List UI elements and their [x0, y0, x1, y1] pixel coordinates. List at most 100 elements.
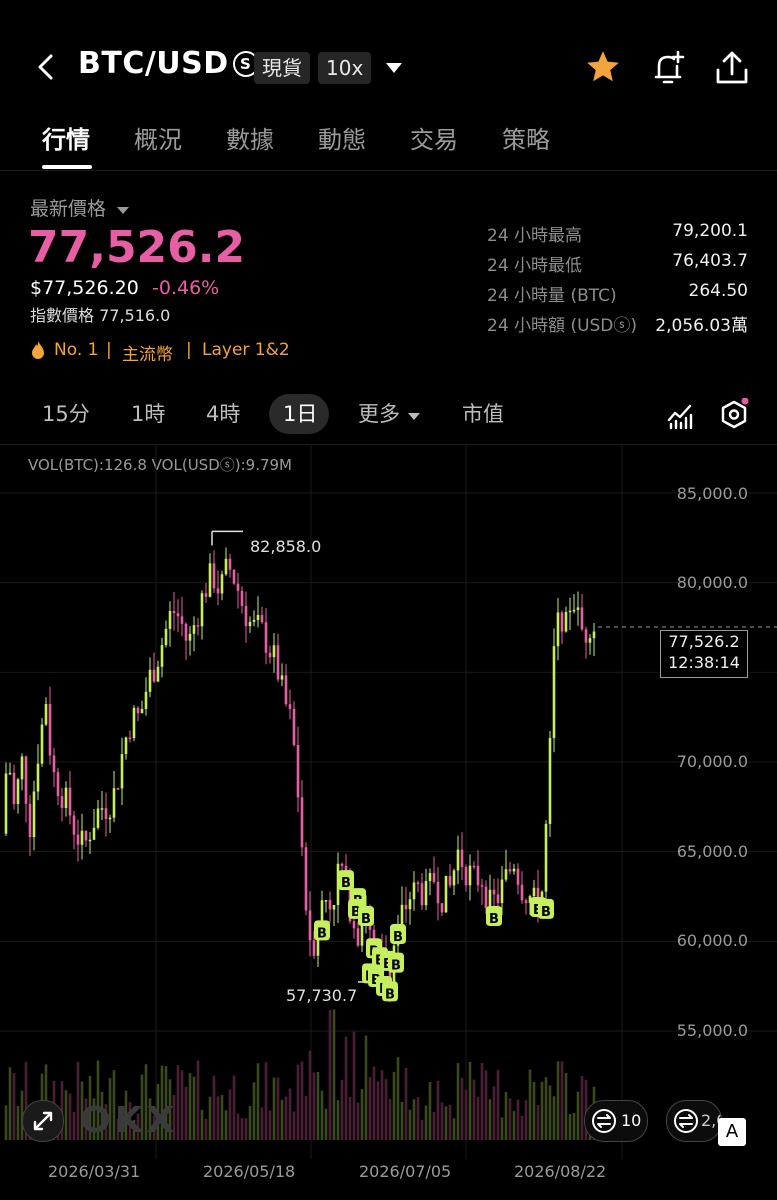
indicators-button[interactable]: [666, 402, 694, 434]
candle-body: [440, 903, 444, 913]
volume-bar: [288, 1088, 292, 1140]
candle-body: [568, 610, 572, 613]
candle-body: [220, 574, 224, 594]
tab-trade[interactable]: 交易: [410, 120, 458, 155]
add-alert-button[interactable]: [648, 48, 688, 92]
indicator-count-button[interactable]: 10: [584, 1100, 648, 1142]
tab-news[interactable]: 動態: [318, 120, 366, 155]
candle-body: [36, 763, 40, 792]
back-button[interactable]: [32, 52, 60, 82]
last-price: 77,526.2: [28, 222, 246, 273]
candle-body: [72, 815, 76, 835]
settings-hex-icon: [721, 397, 749, 429]
candle-body: [448, 875, 452, 886]
candle-body: [196, 625, 200, 627]
volume-bar: [192, 1076, 196, 1140]
volume-bar: [552, 1096, 556, 1140]
candle-body: [88, 839, 92, 842]
candle-body: [436, 881, 440, 904]
candle-body: [216, 588, 220, 594]
pair-dropdown-toggle[interactable]: [384, 60, 404, 80]
volume-bar: [296, 1064, 300, 1140]
chart-settings-button[interactable]: [718, 397, 750, 436]
last-price-label[interactable]: 最新價格: [30, 194, 130, 221]
candle-body: [592, 631, 596, 639]
bell-plus-icon: [654, 50, 685, 84]
tag-separator: |: [106, 340, 112, 360]
favorite-button[interactable]: [584, 48, 622, 90]
volume-bar: [424, 1105, 428, 1140]
volume-bar: [328, 1009, 332, 1140]
rank-tag[interactable]: No. 1: [54, 340, 98, 360]
buy-marker-label: B: [489, 912, 499, 927]
volume-bar: [260, 1107, 264, 1140]
y-axis-label: 55,000.0: [676, 1021, 748, 1040]
caret-down-icon: [386, 63, 402, 73]
auto-scale-button[interactable]: A: [718, 1118, 746, 1146]
volume-bar: [256, 1063, 260, 1140]
layer-tag[interactable]: Layer 1&2: [202, 340, 290, 360]
candle-body: [524, 900, 528, 903]
volume-bar: [4, 1105, 8, 1140]
expand-icon: [33, 1111, 53, 1131]
share-button[interactable]: [712, 48, 752, 92]
candle-body: [328, 900, 332, 910]
candle-body: [128, 737, 132, 740]
volume-bar: [352, 1031, 356, 1140]
stat-label-high: 24 小時最高: [487, 226, 583, 246]
candle-body: [240, 590, 244, 606]
volume-bar: [576, 1091, 580, 1140]
volume-bar: [540, 1081, 544, 1140]
volume-bar: [180, 1070, 184, 1140]
volume-bar: [272, 1077, 276, 1140]
timeframe-15m[interactable]: 15分: [42, 398, 90, 428]
volume-scale-button[interactable]: 2,000.0: [666, 1100, 722, 1142]
volume-bar: [316, 1071, 320, 1140]
candle-body: [500, 879, 504, 904]
candle-body: [160, 645, 164, 667]
candle-body: [560, 612, 564, 632]
volume-bar: [12, 1073, 16, 1140]
candle-body: [580, 607, 584, 630]
candle-body: [124, 737, 128, 755]
volume-bar: [324, 1108, 328, 1140]
volume-bar: [276, 1077, 280, 1140]
candle-countdown: 12:38:14: [668, 653, 740, 672]
caret-down-icon: [117, 207, 130, 214]
candle-body: [416, 882, 420, 884]
timeframe-1h[interactable]: 1時: [131, 398, 165, 428]
tab-data[interactable]: 數據: [226, 120, 274, 155]
candle-body: [412, 882, 416, 900]
volume-bar: [536, 1105, 540, 1140]
stat-value-turnover: 2,056.03萬: [655, 316, 748, 336]
timeframe-4h[interactable]: 4時: [206, 398, 240, 428]
tab-overview[interactable]: 概況: [134, 120, 182, 155]
volume-bar: [384, 1079, 388, 1140]
volume-bar: [408, 1109, 412, 1140]
candle-body: [32, 791, 36, 838]
volume-bar: [208, 1096, 212, 1140]
candle-body: [292, 708, 296, 745]
timeframe-more[interactable]: 更多: [358, 398, 421, 428]
price-chart[interactable]: BBBBBBBBBBBBBBBBB: [0, 444, 777, 1200]
volume-bar: [232, 1075, 236, 1140]
candle-body: [472, 865, 476, 868]
market-cap-toggle[interactable]: 市值: [462, 398, 504, 428]
tab-strategy[interactable]: 策略: [502, 120, 550, 155]
candle-body: [280, 675, 284, 680]
candle-body: [260, 615, 264, 623]
tab-market[interactable]: 行情: [42, 120, 90, 155]
candle-body: [272, 645, 276, 658]
fullscreen-button[interactable]: [22, 1100, 64, 1142]
candle-body: [8, 772, 12, 775]
candle-body: [156, 666, 160, 682]
y-axis-label: 65,000.0: [676, 842, 748, 861]
candle-body: [576, 607, 580, 610]
candle-body: [68, 787, 72, 816]
timeframe-1d[interactable]: 1日: [283, 398, 317, 428]
category-tag[interactable]: 主流幣: [122, 340, 173, 365]
pair-title[interactable]: BTC/USD S: [78, 46, 259, 81]
candle-body: [244, 605, 248, 627]
leverage-badge: 10x: [318, 52, 372, 84]
price-change: -0.46%: [152, 277, 220, 299]
